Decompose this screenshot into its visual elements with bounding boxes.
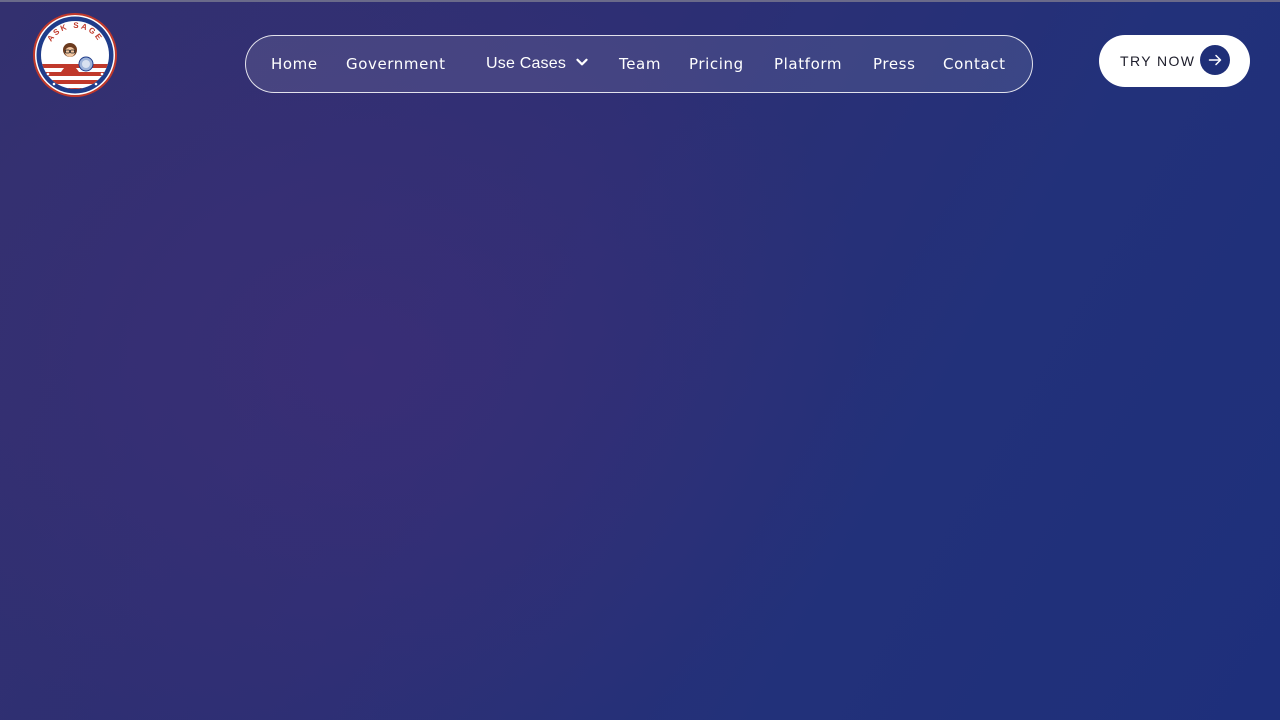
arrow-right-icon [1200,45,1230,75]
try-now-label: TRY NOW [1120,53,1196,69]
site-logo[interactable]: ASK SAGE [32,12,118,98]
top-border [0,0,1280,2]
try-now-button[interactable]: TRY NOW [1099,35,1250,87]
nav-item-home[interactable]: Home [271,36,318,92]
nav-item-pricing[interactable]: Pricing [689,36,744,92]
nav-item-use-cases-label: Use Cases [486,55,567,72]
nav-item-use-cases[interactable]: Use Cases [486,36,588,92]
nav-item-platform[interactable]: Platform [774,36,842,92]
ask-sage-seal-logo: ASK SAGE [33,13,117,97]
nav-item-government[interactable]: Government [346,36,446,92]
nav-item-press[interactable]: Press [873,36,915,92]
nav-item-team[interactable]: Team [619,36,661,92]
nav-item-contact[interactable]: Contact [943,36,1006,92]
main-navigation: Home Government Use Cases Team Pricing P… [245,35,1033,93]
chevron-down-icon [576,58,588,66]
